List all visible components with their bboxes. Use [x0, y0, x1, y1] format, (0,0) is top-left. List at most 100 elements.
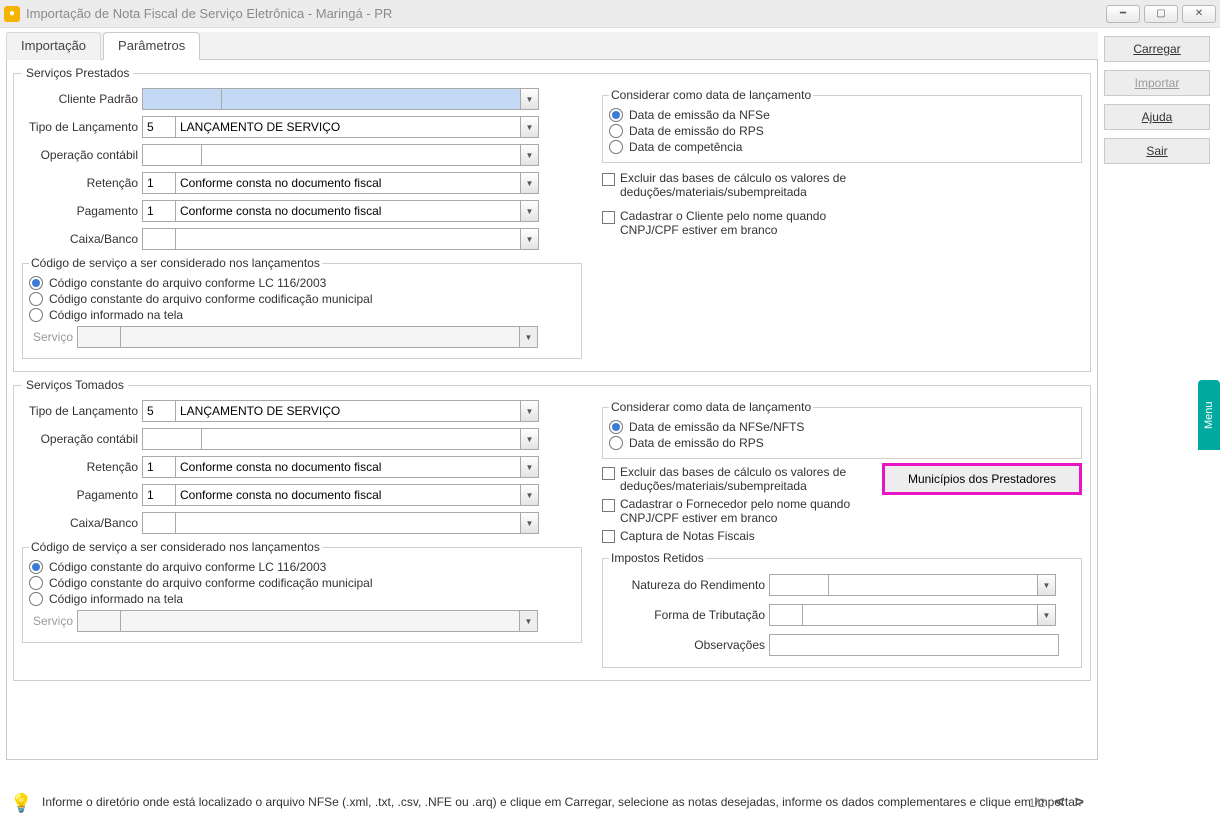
operacao-contabil-desc-sp[interactable] — [201, 144, 521, 166]
retencao-code-sp[interactable] — [142, 172, 176, 194]
page-prev-button[interactable]: < — [1055, 794, 1064, 812]
caixa-banco-desc-st[interactable] — [175, 512, 521, 534]
radio-data-rps-st[interactable]: Data de emissão do RPS — [609, 436, 1075, 450]
cliente-padrao-desc-input[interactable] — [221, 88, 521, 110]
tipo-lancamento-label-st: Tipo de Lançamento — [22, 404, 142, 418]
group-servicos-tomados: Serviços Tomados Tipo de Lançamento ▼ Op… — [13, 378, 1091, 681]
tipo-lancamento-code-sp[interactable] — [142, 116, 176, 138]
app-icon: ● — [4, 6, 20, 22]
observacoes-input[interactable] — [769, 634, 1059, 656]
legend-servicos-tomados: Serviços Tomados — [22, 378, 128, 392]
chk-excluir-bases-st[interactable]: Excluir das bases de cálculo os valores … — [602, 465, 872, 493]
pagamento-dropdown-sp[interactable]: ▼ — [521, 200, 539, 222]
page-next-button[interactable]: > — [1075, 794, 1084, 812]
tipo-lancamento-dropdown-sp[interactable]: ▼ — [521, 116, 539, 138]
radio-cod-municipal-sp[interactable]: Código constante do arquivo conforme cod… — [29, 292, 575, 306]
cliente-padrao-code-input[interactable] — [142, 88, 222, 110]
caixa-banco-code-st[interactable] — [142, 512, 176, 534]
radio-cod-tela-st[interactable]: Código informado na tela — [29, 592, 575, 606]
operacao-contabil-dropdown-st[interactable]: ▼ — [521, 428, 539, 450]
legend-data-lancamento-st: Considerar como data de lançamento — [609, 400, 813, 414]
natureza-rendimento-code[interactable] — [769, 574, 829, 596]
servico-dropdown-sp: ▼ — [520, 326, 538, 348]
operacao-contabil-code-st[interactable] — [142, 428, 202, 450]
chk-captura-nf-st[interactable]: Captura de Notas Fiscais — [602, 529, 872, 543]
chk-excluir-bases-sp[interactable]: Excluir das bases de cálculo os valores … — [602, 171, 1082, 199]
caixa-banco-dropdown-st[interactable]: ▼ — [521, 512, 539, 534]
retencao-label-sp: Retenção — [22, 176, 142, 190]
servico-code-sp — [77, 326, 121, 348]
group-data-lancamento-sp: Considerar como data de lançamento Data … — [602, 88, 1082, 163]
caixa-banco-dropdown-sp[interactable]: ▼ — [521, 228, 539, 250]
radio-data-competencia-sp[interactable]: Data de competência — [609, 140, 1075, 154]
sair-button[interactable]: Sair — [1104, 138, 1210, 164]
retencao-label-st: Retenção — [22, 460, 142, 474]
footer-hint: 💡 Informe o diretório onde está localiza… — [6, 788, 1098, 812]
radio-cod-lc116-sp[interactable]: Código constante do arquivo conforme LC … — [29, 276, 575, 290]
tab-bar: Importação Parâmetros — [6, 32, 1098, 60]
radio-data-nfse-sp[interactable]: Data de emissão da NFSe — [609, 108, 1075, 122]
caixa-banco-code-sp[interactable] — [142, 228, 176, 250]
caixa-banco-desc-sp[interactable] — [175, 228, 521, 250]
natureza-rendimento-desc[interactable] — [828, 574, 1038, 596]
observacoes-label: Observações — [609, 638, 769, 652]
servico-desc-sp — [120, 326, 520, 348]
radio-cod-tela-sp[interactable]: Código informado na tela — [29, 308, 575, 322]
chk-cadastrar-fornecedor-st[interactable]: Cadastrar o Fornecedor pelo nome quando … — [602, 497, 872, 525]
servico-label-st: Serviço — [29, 614, 77, 628]
tab-importacao[interactable]: Importação — [6, 32, 101, 60]
retencao-desc-sp[interactable] — [175, 172, 521, 194]
operacao-contabil-dropdown-sp[interactable]: ▼ — [521, 144, 539, 166]
ajuda-button[interactable]: Ajuda — [1104, 104, 1210, 130]
pagamento-dropdown-st[interactable]: ▼ — [521, 484, 539, 506]
pagamento-code-sp[interactable] — [142, 200, 176, 222]
tab-parametros[interactable]: Parâmetros — [103, 32, 200, 60]
chk-cadastrar-cliente-sp[interactable]: Cadastrar o Cliente pelo nome quando CNP… — [602, 209, 1082, 237]
retencao-dropdown-st[interactable]: ▼ — [521, 456, 539, 478]
retencao-dropdown-sp[interactable]: ▼ — [521, 172, 539, 194]
group-data-lancamento-st: Considerar como data de lançamento Data … — [602, 400, 1082, 459]
servico-code-st — [77, 610, 121, 632]
retencao-desc-st[interactable] — [175, 456, 521, 478]
tipo-lancamento-desc-st[interactable] — [175, 400, 521, 422]
operacao-contabil-code-sp[interactable] — [142, 144, 202, 166]
legend-codigo-servico-sp: Código de serviço a ser considerado nos … — [29, 256, 322, 270]
pagamento-label-sp: Pagamento — [22, 204, 142, 218]
maximize-button[interactable]: ▢ — [1144, 5, 1178, 23]
tipo-lancamento-desc-sp[interactable] — [175, 116, 521, 138]
cliente-padrao-dropdown[interactable]: ▼ — [521, 88, 539, 110]
importar-button[interactable]: Importar — [1104, 70, 1210, 96]
tipo-lancamento-code-st[interactable] — [142, 400, 176, 422]
close-button[interactable]: ✕ — [1182, 5, 1216, 23]
tipo-lancamento-label-sp: Tipo de Lançamento — [22, 120, 142, 134]
forma-tributacao-dropdown[interactable]: ▼ — [1038, 604, 1056, 626]
legend-impostos-retidos: Impostos Retidos — [609, 551, 706, 565]
pagamento-desc-st[interactable] — [175, 484, 521, 506]
title-bar: ● Importação de Nota Fiscal de Serviço E… — [0, 0, 1220, 28]
group-codigo-servico-st: Código de serviço a ser considerado nos … — [22, 540, 582, 643]
operacao-contabil-label-st: Operação contábil — [22, 432, 142, 446]
radio-data-nfse-st[interactable]: Data de emissão da NFSe/NFTS — [609, 420, 1075, 434]
forma-tributacao-label: Forma de Tributação — [609, 608, 769, 622]
pagamento-code-st[interactable] — [142, 484, 176, 506]
minimize-button[interactable]: ━ — [1106, 5, 1140, 23]
tipo-lancamento-dropdown-st[interactable]: ▼ — [521, 400, 539, 422]
natureza-rendimento-label: Natureza do Rendimento — [609, 578, 769, 592]
retencao-code-st[interactable] — [142, 456, 176, 478]
lightbulb-icon: 💡 — [10, 794, 34, 812]
forma-tributacao-code[interactable] — [769, 604, 803, 626]
radio-cod-municipal-st[interactable]: Código constante do arquivo conforme cod… — [29, 576, 575, 590]
operacao-contabil-label-sp: Operação contábil — [22, 148, 142, 162]
servico-desc-st — [120, 610, 520, 632]
carregar-button[interactable]: Carregar — [1104, 36, 1210, 62]
servico-label-sp: Serviço — [29, 330, 77, 344]
radio-cod-lc116-st[interactable]: Código constante do arquivo conforme LC … — [29, 560, 575, 574]
natureza-rendimento-dropdown[interactable]: ▼ — [1038, 574, 1056, 596]
operacao-contabil-desc-st[interactable] — [201, 428, 521, 450]
menu-side-tab[interactable]: Menu — [1198, 380, 1220, 450]
radio-data-rps-sp[interactable]: Data de emissão do RPS — [609, 124, 1075, 138]
forma-tributacao-desc[interactable] — [802, 604, 1038, 626]
pagamento-desc-sp[interactable] — [175, 200, 521, 222]
municipios-prestadores-button[interactable]: Municípios dos Prestadores — [882, 463, 1082, 495]
caixa-banco-label-st: Caixa/Banco — [22, 516, 142, 530]
